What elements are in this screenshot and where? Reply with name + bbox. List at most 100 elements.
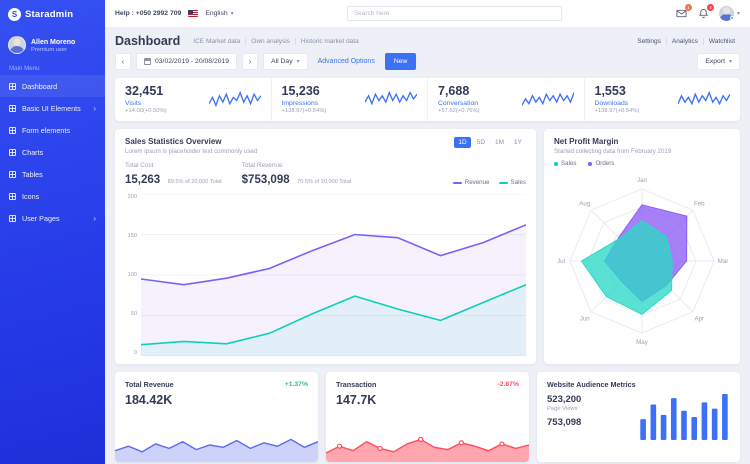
- date-prev-button[interactable]: ‹: [115, 53, 131, 70]
- sidebar-item-label: Dashboard: [22, 82, 57, 91]
- link-watchlist[interactable]: Watchlist: [703, 38, 740, 45]
- total-revenue-value: $753,098: [242, 174, 290, 186]
- export-label: Export: [705, 58, 725, 65]
- export-button[interactable]: Export ▾: [697, 53, 740, 70]
- page-views-value: 523,200: [547, 394, 581, 405]
- stat-label-link[interactable]: Visits: [125, 100, 167, 107]
- stat-label-link[interactable]: Conversation: [438, 100, 480, 107]
- sidebar-item-label: User Pages: [22, 214, 60, 223]
- new-button[interactable]: New: [385, 53, 417, 70]
- menu-section-label: Main Menu: [9, 65, 96, 72]
- calendar-icon: [144, 58, 151, 65]
- svg-text:Jan: Jan: [637, 177, 648, 184]
- card-subtitle: Started collecting data from February 20…: [554, 148, 730, 155]
- charts-icon: [9, 149, 16, 156]
- card-title: Sales Statistics Overview: [125, 137, 257, 146]
- y-tick: 200: [125, 194, 137, 200]
- notifications-button[interactable]: 4: [697, 7, 710, 20]
- day-filter-dropdown[interactable]: All Day ▾: [263, 53, 308, 70]
- sidebar-item-label: Icons: [22, 192, 39, 201]
- range-1d-button[interactable]: 1D: [454, 137, 470, 148]
- sales-statistics-card: Sales Statistics Overview Lorem ipsum is…: [115, 129, 536, 364]
- chevron-down-icon: ▾: [297, 58, 300, 65]
- link-own-analysis[interactable]: Own analysis: [245, 38, 295, 45]
- search-input[interactable]: [347, 6, 562, 21]
- range-1m-button[interactable]: 1M: [491, 137, 508, 148]
- website-audience-card: Website Audience Metrics 523,200 Page Vi…: [537, 372, 740, 462]
- transaction-area-chart: [326, 436, 529, 462]
- stat-change: +138.97(+0.54%): [595, 108, 640, 114]
- secondary-metric-value: 753,098: [547, 417, 581, 428]
- sidebar-item-form-elements[interactable]: Form elements: [0, 119, 105, 141]
- chevron-right-icon: ›: [93, 105, 96, 112]
- help-phone-text: Help : +050 2992 709: [115, 10, 181, 17]
- sidebar-item-charts[interactable]: Charts: [0, 141, 105, 163]
- link-ice-market-data[interactable]: ICE Market data: [188, 38, 245, 45]
- stat-label-link[interactable]: Downloads: [595, 100, 640, 107]
- visits-sparkline: [209, 90, 261, 110]
- user-menu[interactable]: ▾: [719, 6, 740, 21]
- legend-label: Sales: [511, 179, 526, 186]
- sales-chart-legend: Revenue Sales: [453, 179, 526, 188]
- total-revenue-label: Total Revenue: [242, 162, 351, 169]
- stat-value: 32,451: [125, 85, 167, 98]
- net-profit-card: Net Profit Margin Started collecting dat…: [544, 129, 740, 364]
- sidebar-item-icons[interactable]: Icons: [0, 185, 105, 207]
- sidebar-item-basic-ui-elements[interactable]: Basic UI Elements ›: [0, 97, 105, 119]
- sidebar-item-tables[interactable]: Tables: [0, 163, 105, 185]
- sidebar-item-label: Form elements: [22, 126, 70, 135]
- svg-text:Feb: Feb: [694, 201, 705, 208]
- kpi-stats-card: 32,451 Visits +14.00(+0.50%) 15,236 Impr…: [115, 78, 740, 121]
- us-flag-icon: [188, 10, 198, 17]
- svg-text:May: May: [636, 339, 649, 346]
- transaction-card: Transaction -2.87% 147.7K: [326, 372, 529, 462]
- stat-label-link[interactable]: Impressions: [282, 100, 327, 107]
- sidebar-item-dashboard[interactable]: Dashboard: [0, 75, 105, 97]
- net-profit-radar-chart: JanFebMarAprMayJunJulAug: [554, 167, 730, 355]
- stat-card-conversation: 7,688 Conversation +57.62(+0.76%): [428, 78, 585, 121]
- downloads-sparkline: [678, 90, 730, 110]
- sales-line-chart: [141, 194, 526, 356]
- page-title: Dashboard: [115, 34, 180, 48]
- card-subtitle: Lorem ipsum is placeholder text commonly…: [125, 148, 257, 155]
- sidebar: S Staradmin Allen Moreno Premium user Ma…: [0, 0, 105, 464]
- delta-badge: -2.87%: [497, 381, 519, 388]
- sidebar-item-user-pages[interactable]: User Pages ›: [0, 207, 105, 229]
- sales-legend-dot: [554, 162, 558, 166]
- range-1y-button[interactable]: 1Y: [510, 137, 526, 148]
- date-next-button[interactable]: ›: [242, 53, 258, 70]
- notification-badge: 1: [685, 4, 692, 11]
- page-views-label: Page Views: [547, 406, 581, 412]
- profile-role: Premium user: [31, 47, 75, 53]
- notification-badge: 4: [707, 4, 714, 11]
- tables-icon: [9, 171, 16, 178]
- link-analytics[interactable]: Analytics: [666, 38, 703, 45]
- chevron-right-icon: ›: [249, 57, 252, 66]
- audience-bar-chart: [638, 394, 730, 440]
- stat-card-downloads: 1,553 Downloads +138.97(+0.54%): [585, 78, 741, 121]
- metric-value: 147.7K: [336, 393, 519, 407]
- sidebar-item-label: Charts: [22, 148, 43, 157]
- total-revenue-note: 70.5% of 20,000 Total: [297, 179, 351, 185]
- link-settings[interactable]: Settings: [632, 38, 666, 45]
- sidebar-item-label: Tables: [22, 170, 43, 179]
- link-historic-market-data[interactable]: Historic market data: [295, 38, 364, 45]
- app-root: S Staradmin Allen Moreno Premium user Ma…: [0, 0, 750, 464]
- topbar-actions: 1 4 ▾: [675, 6, 740, 21]
- main-area: Help : +050 2992 709 English ▾ 1: [105, 0, 750, 464]
- sidebar-profile[interactable]: Allen Moreno Premium user: [8, 36, 97, 54]
- advanced-options-link[interactable]: Advanced Options: [318, 58, 375, 65]
- revenue-legend-swatch: [453, 182, 462, 184]
- date-range-picker[interactable]: 03/02/2019 - 20/08/2019: [136, 53, 237, 70]
- stat-card-visits: 32,451 Visits +14.00(+0.50%): [115, 78, 272, 121]
- range-5d-button[interactable]: 5D: [473, 137, 489, 148]
- stat-value: 15,236: [282, 85, 327, 98]
- revenue-area-chart: [115, 436, 318, 462]
- header-right-links: Settings Analytics Watchlist: [632, 38, 740, 45]
- language-dropdown[interactable]: English ▾: [205, 10, 233, 17]
- mail-button[interactable]: 1: [675, 7, 688, 20]
- stat-change: +138.97(+0.54%): [282, 108, 327, 114]
- brand-logo[interactable]: S Staradmin: [0, 0, 105, 28]
- y-tick: 100: [125, 272, 137, 278]
- icons-icon: [9, 193, 16, 200]
